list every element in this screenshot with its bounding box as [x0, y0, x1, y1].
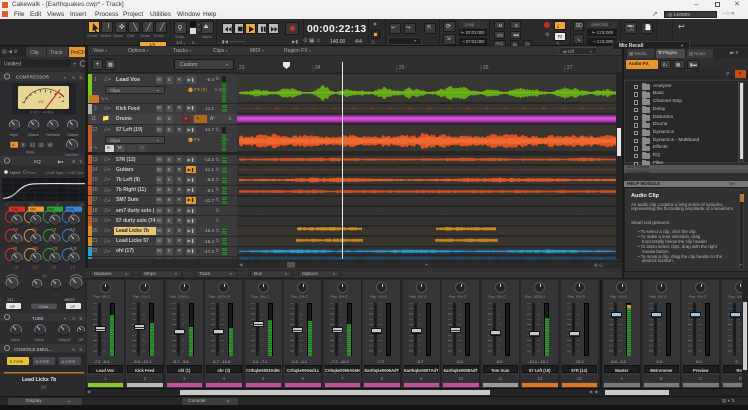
svg-text:▶●: ▶●	[58, 159, 64, 164]
svg-text:Input: Input	[11, 338, 20, 342]
svg-text:1.0: 1.0	[32, 266, 37, 270]
svg-text:+: +	[73, 62, 77, 68]
svg-text:20: 20	[5, 203, 9, 207]
svg-text:12: 12	[30, 143, 35, 148]
svg-text:⚙: ⚙	[72, 347, 76, 352]
svg-text:1.0: 1.0	[13, 266, 18, 270]
svg-text:▤ ◀ ⚙: ▤ ◀ ⚙	[2, 49, 18, 55]
svg-text:⚙: ⚙	[72, 316, 76, 321]
svg-text:⚙: ⚙	[72, 75, 76, 80]
svg-text:Release: Release	[46, 133, 60, 137]
svg-text:S-TYPE: S-TYPE	[10, 360, 24, 364]
svg-text:23: 23	[239, 65, 245, 71]
svg-text:1.0: 1.0	[51, 266, 56, 270]
svg-text:TUBE: TUBE	[32, 316, 44, 321]
svg-text:131: 131	[7, 298, 13, 302]
svg-text:Gloss: Gloss	[39, 305, 48, 309]
svg-text:Gq: Gq	[42, 274, 47, 278]
svg-text:EQ: EQ	[34, 159, 41, 164]
svg-text:8.2k: 8.2k	[70, 247, 77, 251]
svg-text:Untitled: Untitled	[4, 62, 21, 68]
svg-text:Output: Output	[58, 338, 70, 342]
svg-text:▾: ▾	[64, 316, 66, 321]
svg-text:O/P: O/P	[78, 338, 84, 342]
svg-text:20: 20	[39, 143, 44, 148]
svg-text:Attack: Attack	[28, 133, 39, 137]
svg-text:1.0: 1.0	[70, 266, 75, 270]
svg-text:◀: ◀	[239, 262, 243, 267]
svg-text:2k: 2k	[56, 203, 60, 207]
svg-text:0 VU = +4 dBu: 0 VU = +4 dBu	[30, 111, 54, 115]
svg-text:HP: HP	[10, 305, 16, 309]
svg-text:⚙: ⚙	[72, 159, 76, 164]
svg-text:Ratio: Ratio	[26, 151, 35, 155]
svg-text:COMPRESSOR: COMPRESSOR	[16, 75, 49, 80]
svg-text:Output: Output	[67, 133, 79, 137]
svg-text:○ 6 dB Type ○ 9 dB Type: ○ 6 dB Type ○ 9 dB Type	[44, 171, 84, 175]
svg-text:Hybrid: Hybrid	[10, 171, 20, 175]
svg-text:27: 27	[567, 65, 573, 71]
svg-text:Drive: Drive	[35, 338, 44, 342]
svg-text:LP: LP	[71, 305, 76, 309]
svg-text:26: 26	[483, 65, 489, 71]
svg-text:Lead Licks 7b: Lead Licks 7b	[22, 377, 56, 383]
svg-text:VU: VU	[38, 99, 44, 104]
svg-text:480: 480	[32, 247, 38, 251]
svg-text:Lo Mid: Lo Mid	[25, 208, 35, 212]
svg-text:24: 24	[41, 385, 47, 390]
svg-text:40: 40	[48, 143, 53, 148]
svg-text:25: 25	[399, 65, 405, 71]
svg-text:A-TYPE: A-TYPE	[62, 360, 76, 364]
svg-text:Clip: Clip	[30, 50, 39, 56]
svg-text:18029: 18029	[64, 298, 75, 302]
svg-text:CONSOLE EMUL...: CONSOLE EMUL...	[14, 347, 53, 352]
svg-text:Pure: Pure	[28, 171, 36, 175]
svg-text:⊕ ⊙: ⊕ ⊙	[594, 263, 603, 268]
svg-text:ProCh: ProCh	[71, 50, 85, 56]
svg-text:24: 24	[315, 65, 321, 71]
svg-text:20k: 20k	[79, 203, 84, 207]
svg-text:1.5k: 1.5k	[51, 247, 58, 251]
svg-text:Input: Input	[10, 133, 19, 137]
svg-text:200: 200	[30, 203, 35, 207]
svg-text:N-TYPE: N-TYPE	[36, 360, 50, 364]
svg-text:▾: ▾	[64, 75, 66, 80]
svg-text:Track: Track	[50, 50, 63, 56]
